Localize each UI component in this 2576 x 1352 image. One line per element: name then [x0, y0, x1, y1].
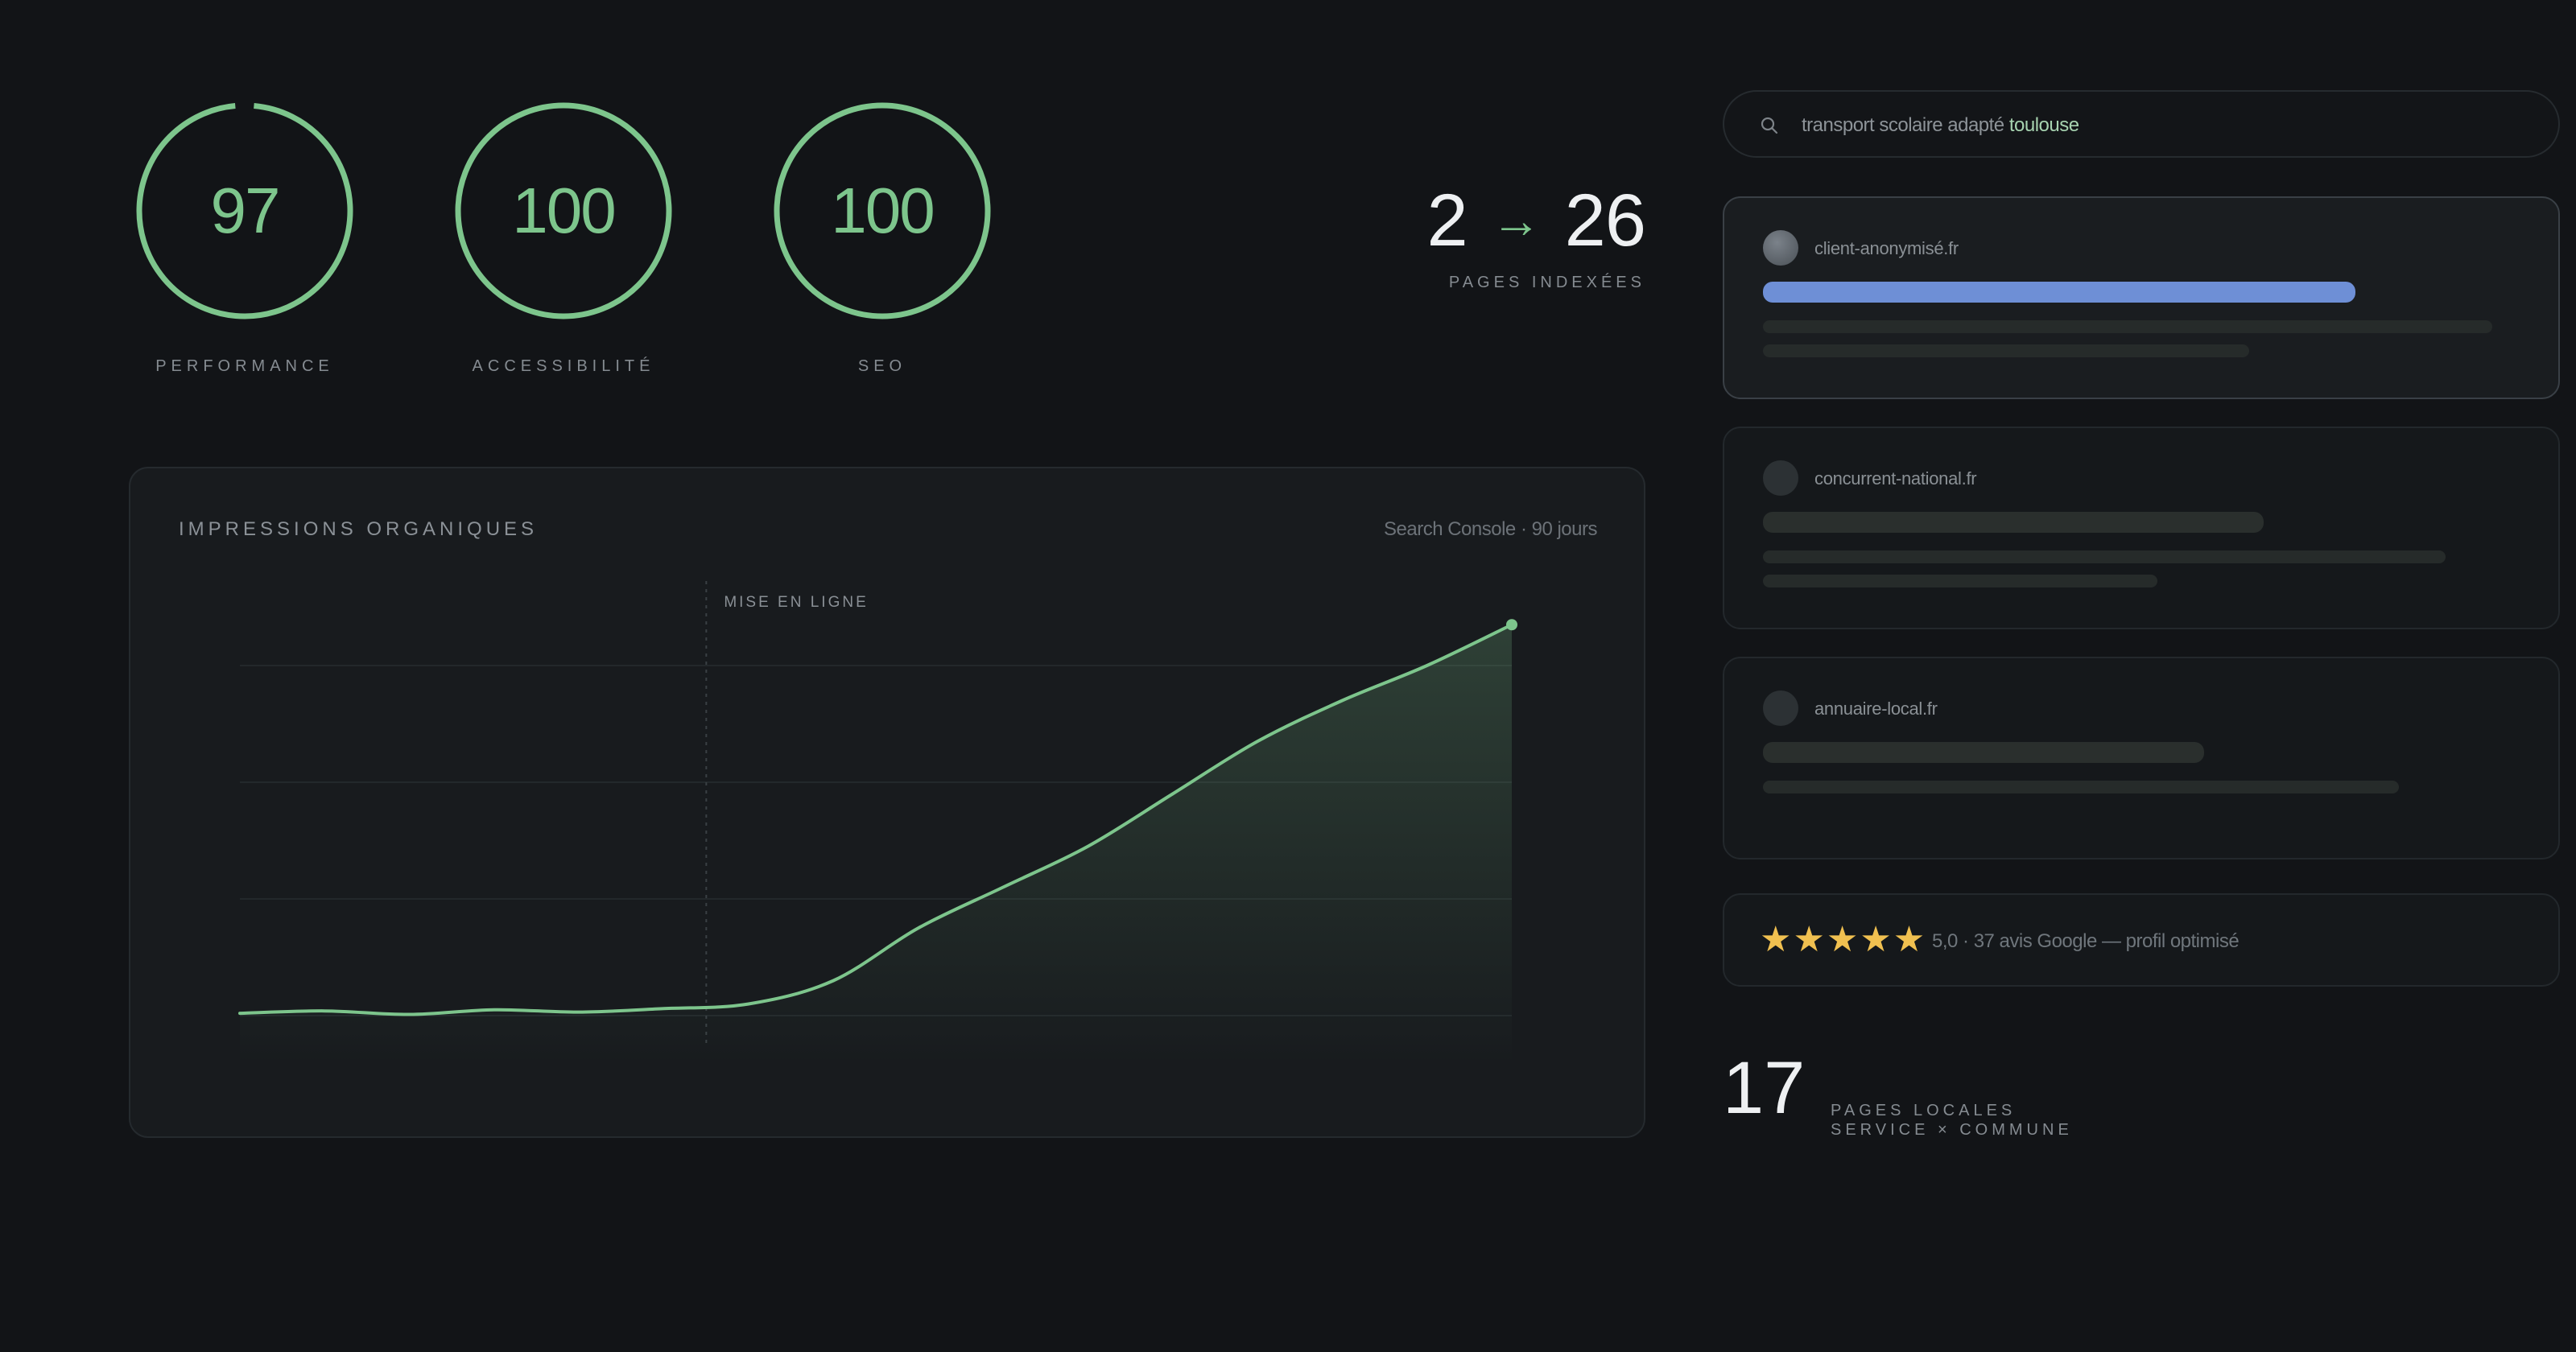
indexed-pages-counter: 2 → 26	[1426, 179, 1646, 263]
search-query-text: transport scolaire adapté	[1802, 114, 2009, 136]
accessibility-gauge: 100	[451, 98, 676, 324]
result-title-placeholder	[1763, 282, 2355, 303]
search-bar[interactable]: transport scolaire adapté toulouse	[1723, 90, 2560, 158]
search-result-directory[interactable]: annuaire-local.fr	[1723, 657, 2560, 859]
star-rating-icon: ★★★★★	[1760, 920, 1927, 959]
result-title-placeholder	[1763, 512, 2264, 533]
search-icon	[1761, 117, 1778, 134]
indexed-to: 26	[1564, 179, 1646, 262]
local-pages-label: PAGES LOCALES SERVICE × COMMUNE	[1831, 1101, 2073, 1140]
local-pages-label-line2: SERVICE × COMMUNE	[1831, 1121, 2073, 1139]
avatar	[1763, 230, 1798, 266]
performance-label: PERFORMANCE	[155, 357, 334, 375]
search-query-highlight: toulouse	[2008, 114, 2079, 136]
indexed-pages-label: PAGES INDEXÉES	[1448, 274, 1645, 291]
seo-label: SEO	[857, 357, 907, 375]
result-domain: annuaire-local.fr	[1814, 699, 1938, 719]
impressions-chart: MISE EN LIGNE	[238, 581, 1517, 1064]
seo-gauge: 100	[770, 98, 995, 324]
result-snippet-placeholder	[1763, 781, 2399, 793]
accessibility-label: ACCESSIBILITÉ	[472, 357, 655, 375]
launch-marker-label: MISE EN LIGNE	[724, 594, 868, 611]
result-domain: concurrent-national.fr	[1814, 468, 1977, 488]
chart-source: Search Console · 90 jours	[1384, 518, 1597, 540]
latest-data-point	[1506, 619, 1517, 631]
result-snippet-placeholder	[1763, 344, 2249, 357]
arrow-right-icon: →	[1491, 193, 1542, 249]
result-snippet-placeholder	[1763, 550, 2446, 563]
local-pages-label-line1: PAGES LOCALES	[1831, 1102, 2017, 1119]
seo-score: 100	[831, 175, 935, 246]
avatar	[1763, 460, 1798, 496]
result-title-placeholder	[1763, 742, 2204, 763]
result-snippet-placeholder	[1763, 320, 2492, 333]
avatar	[1763, 690, 1798, 726]
accessibility-score: 100	[512, 175, 616, 246]
impressions-chart-card: MISE EN LIGNE IMPRESSIONS ORGANIQUES Sea…	[129, 467, 1645, 1138]
chart-title: IMPRESSIONS ORGANIQUES	[179, 518, 539, 540]
result-snippet-placeholder	[1763, 575, 2157, 587]
result-domain: client-anonymisé.fr	[1814, 238, 1959, 258]
performance-gauge: 97	[132, 98, 357, 324]
rating-text: 5,0 · 37 avis Google — profil optimisé	[1932, 930, 2240, 952]
google-rating-card: ★★★★★ 5,0 · 37 avis Google — profil opti…	[1723, 893, 2560, 987]
indexed-from: 2	[1426, 179, 1468, 262]
search-result-client[interactable]: client-anonymisé.fr	[1723, 196, 2560, 399]
local-pages-count: 17	[1723, 1047, 1806, 1129]
search-query[interactable]: transport scolaire adapté toulouse	[1802, 114, 2079, 137]
search-result-competitor[interactable]: concurrent-national.fr	[1723, 427, 2560, 629]
impressions-area	[240, 624, 1512, 1064]
performance-score: 97	[210, 175, 281, 246]
